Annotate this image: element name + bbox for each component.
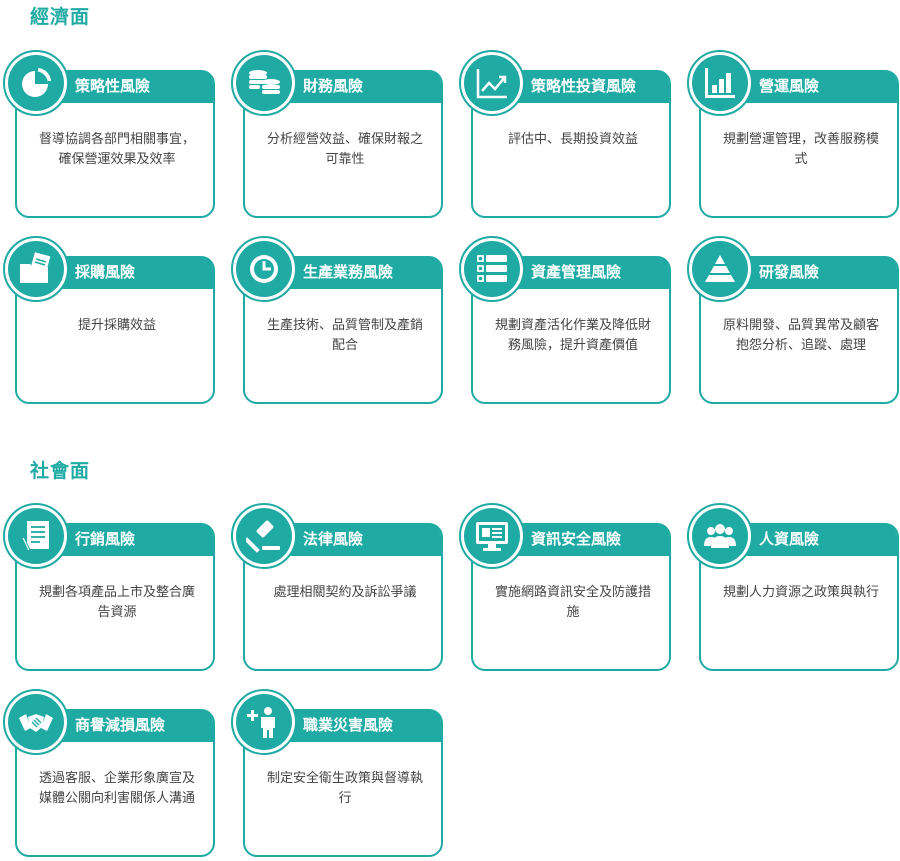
- risk-card: 策略性風險督導協調各部門相關事宜，確保營運效果及效率: [3, 50, 215, 218]
- document-pen-icon: [18, 518, 54, 554]
- card-title: 行銷風險: [75, 530, 136, 548]
- card-title: 策略性投資風險: [531, 77, 637, 95]
- card-description: 提升採購效益: [77, 318, 156, 333]
- card-icon-badge: [459, 503, 525, 569]
- risk-card: 人資風險規劃人力資源之政策與執行: [687, 503, 899, 671]
- card-icon-badge: [459, 236, 525, 302]
- card-title: 資產管理風險: [531, 263, 622, 281]
- card-icon-badge: [231, 503, 297, 569]
- card-icon-badge: [231, 236, 297, 302]
- bar-chart-icon: [702, 65, 738, 101]
- card-icon-badge: [687, 50, 753, 116]
- monitor-icon: [474, 518, 510, 554]
- section-title-economic: 經濟面: [30, 6, 91, 28]
- card-title: 策略性風險: [75, 77, 151, 95]
- coin-stack-icon: [246, 65, 282, 101]
- card-icon-badge: [3, 503, 69, 569]
- risk-card: 財務風險分析經營效益、確保財報之可靠性: [231, 50, 443, 218]
- card-description: 規劃各項產品上市及整合廣告資源: [38, 585, 195, 620]
- card-title: 資訊安全風險: [531, 530, 622, 548]
- folder-documents-icon: [18, 251, 54, 287]
- gavel-icon: [246, 518, 282, 554]
- card-description: 原料開發、品質異常及顧客抱怨分析、追蹤、處理: [722, 318, 879, 353]
- risk-card: 採購風險提升採購效益: [3, 236, 215, 404]
- card-description: 規劃營運管理，改善服務模式: [722, 132, 879, 167]
- pie-chart-icon: [18, 65, 54, 101]
- card-description: 實施網路資訊安全及防護措施: [494, 585, 651, 620]
- card-description: 規劃資產活化作業及降低財務風險，提升資產價值: [494, 318, 651, 353]
- card-title: 法律風險: [303, 530, 364, 548]
- section-title-social: 社會面: [30, 460, 91, 482]
- card-description: 處理相關契約及訴訟爭議: [273, 585, 417, 600]
- card-description: 規劃人力資源之政策與執行: [722, 585, 879, 600]
- person-plus-icon: [246, 704, 282, 740]
- risk-card: 策略性投資風險評估中、長期投資效益: [459, 50, 671, 218]
- risk-card: 營運風險規劃營運管理，改善服務模式: [687, 50, 899, 218]
- card-title: 生產業務風險: [303, 263, 394, 281]
- risk-card: 生產業務風險生產技術、品質管制及產銷配合: [231, 236, 443, 404]
- risk-card: 商譽減損風險透過客服、企業形象廣宣及媒體公關向利害關係人溝通: [3, 689, 215, 857]
- handshake-icon: [18, 704, 54, 740]
- pyramid-icon: [702, 251, 738, 287]
- card-description: 評估中、長期投資效益: [507, 132, 638, 147]
- card-title: 營運風險: [759, 77, 820, 95]
- card-title: 人資風險: [759, 530, 820, 548]
- clock-icon: [246, 251, 282, 287]
- card-icon-badge: [231, 50, 297, 116]
- trend-chart-icon: [474, 65, 510, 101]
- card-description: 督導協調各部門相關事宜，確保營運效果及效率: [38, 132, 195, 167]
- card-title: 採購風險: [75, 263, 136, 281]
- card-icon-badge: [231, 689, 297, 755]
- card-icon-badge: [3, 689, 69, 755]
- people-icon: [702, 518, 738, 554]
- card-icon-badge: [459, 50, 525, 116]
- card-icon-badge: [687, 236, 753, 302]
- card-title: 財務風險: [303, 77, 364, 95]
- card-icon-badge: [687, 503, 753, 569]
- card-title: 職業災害風險: [303, 716, 394, 734]
- card-description: 分析經營效益、確保財報之可靠性: [266, 132, 423, 167]
- risk-card: 行銷風險規劃各項產品上市及整合廣告資源: [3, 503, 215, 671]
- risk-card: 職業災害風險制定安全衛生政策與督導執行: [231, 689, 443, 857]
- card-icon-badge: [3, 236, 69, 302]
- card-description: 透過客服、企業形象廣宣及媒體公關向利害關係人溝通: [38, 771, 195, 806]
- card-title: 商譽減損風險: [75, 716, 166, 734]
- card-icon-badge: [3, 50, 69, 116]
- risk-card: 資產管理風險規劃資產活化作業及降低財務風險，提升資產價值: [459, 236, 671, 404]
- risk-card: 研發風險原料開發、品質異常及顧客抱怨分析、追蹤、處理: [687, 236, 899, 404]
- card-description: 生產技術、品質管制及產銷配合: [266, 318, 423, 353]
- list-icon: [474, 251, 510, 287]
- risk-card: 資訊安全風險實施網路資訊安全及防護措施: [459, 503, 671, 671]
- risk-card: 法律風險處理相關契約及訴訟爭議: [231, 503, 443, 671]
- card-description: 制定安全衛生政策與督導執行: [266, 771, 423, 806]
- card-title: 研發風險: [759, 263, 820, 281]
